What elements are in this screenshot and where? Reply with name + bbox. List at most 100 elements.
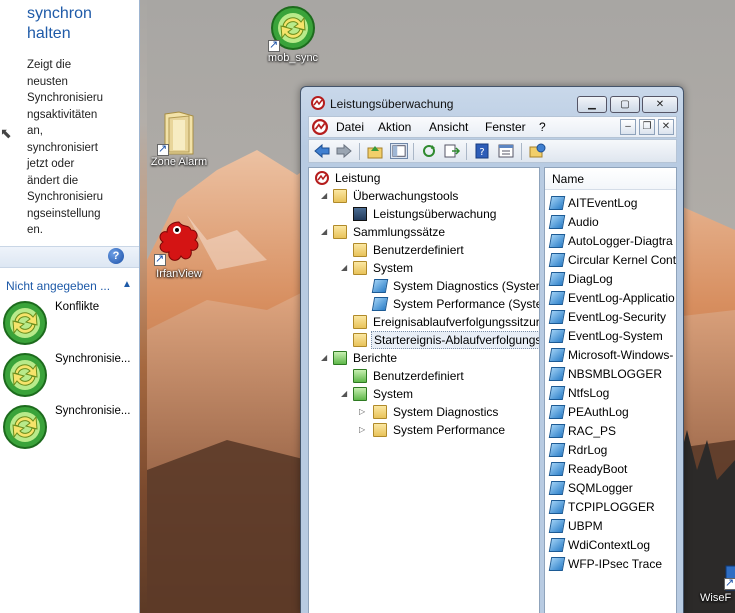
- description-line: jetzt oder: [27, 158, 75, 170]
- group-header[interactable]: Nicht angegeben ...: [6, 279, 110, 293]
- expanded-twisty-icon[interactable]: ◢: [321, 349, 331, 367]
- collapsed-twisty-icon[interactable]: ▷: [359, 421, 369, 439]
- trace-session-icon: [548, 481, 566, 495]
- sync-item-label: Synchronisie...: [55, 405, 131, 417]
- chevron-up-icon[interactable]: ▲: [122, 279, 132, 290]
- close-button[interactable]: ✕: [642, 96, 678, 113]
- list-item-label: Audio: [568, 215, 599, 229]
- mdi-restore-button[interactable]: ❐: [639, 119, 655, 135]
- menu-fenster[interactable]: Fenster: [485, 120, 526, 134]
- report-folder-icon: [333, 351, 347, 365]
- list-item-label: WdiContextLog: [568, 538, 651, 552]
- trace-session-icon: [548, 234, 566, 248]
- tree-item-report-system-performance[interactable]: ▷ System Performance: [313, 421, 538, 439]
- expanded-twisty-icon[interactable]: ◢: [321, 223, 331, 241]
- forward-arrow-icon[interactable]: [335, 143, 353, 159]
- help-icon[interactable]: ?: [108, 248, 124, 264]
- report-folder-icon: [373, 405, 387, 419]
- data-collector-icon: [371, 279, 389, 293]
- desktop-icon-wise[interactable]: WiseF: [700, 562, 735, 604]
- trace-session-icon: [548, 462, 566, 476]
- tree-item-report-system-diagnostics[interactable]: ▷ System Diagnostics: [313, 403, 538, 421]
- shortcut-arrow-icon: [268, 38, 280, 52]
- tree-item-label: Überwachungstools: [353, 189, 459, 203]
- shortcut-arrow-icon: [157, 142, 169, 156]
- sync-item-synchronisierung-1[interactable]: Synchronisie...: [2, 352, 140, 400]
- tree-item-system[interactable]: ◢ System: [313, 259, 538, 277]
- show-hide-tree-icon[interactable]: [390, 143, 408, 159]
- tree-item-berichte[interactable]: ◢ Berichte: [313, 349, 538, 367]
- list-item-label: RAC_PS: [568, 424, 617, 438]
- navigation-tree: Leistung ◢ Überwachungstools Leistungsüb…: [308, 167, 540, 613]
- trace-session-icon: [548, 443, 566, 457]
- tree-item-label: System Diagnostics (System: [393, 279, 540, 293]
- menu-help[interactable]: ?: [539, 120, 546, 134]
- collapsed-twisty-icon[interactable]: ▷: [359, 403, 369, 421]
- new-collector-set-icon[interactable]: [528, 143, 546, 159]
- tree-item-ueberwachungstools[interactable]: ◢ Überwachungstools: [313, 187, 538, 205]
- back-arrow-icon[interactable]: [313, 143, 331, 159]
- trace-session-icon: [548, 386, 566, 400]
- panel-title-line: halten: [27, 25, 71, 42]
- list-item-label: EventLog-System: [568, 329, 663, 343]
- performance-monitor-window: Leistungsüberwachung ▁ ▢ ✕ Datei Aktion …: [300, 86, 684, 613]
- sync-center-panel: synchron halten Zeigt die neusten Synchr…: [0, 0, 140, 613]
- list-item-label: UBPM: [568, 519, 603, 533]
- column-header-label: Name: [552, 172, 585, 186]
- menu-aktion[interactable]: Aktion: [378, 120, 411, 134]
- trace-session-icon: [548, 215, 566, 229]
- tree-item-system-performance-set[interactable]: System Performance (Syster: [313, 295, 539, 313]
- description-line: synchronisiert: [27, 141, 98, 154]
- desktop-icon-mob-sync[interactable]: mob_sync: [262, 4, 324, 64]
- mdi-close-button[interactable]: ✕: [658, 119, 674, 135]
- tree-item-berichte-system[interactable]: ◢ System: [313, 385, 538, 403]
- properties-icon[interactable]: [497, 143, 515, 159]
- tree-item-berichte-benutzerdefiniert[interactable]: Benutzerdefiniert: [313, 367, 538, 385]
- tree-item-sammlungssaetze[interactable]: ◢ Sammlungssätze: [313, 223, 538, 241]
- menu-ansicht[interactable]: Ansicht: [429, 120, 468, 134]
- tree-item-leistungsueberwachung[interactable]: Leistungsüberwachung: [313, 205, 538, 223]
- trace-session-icon: [548, 291, 566, 305]
- sync-item-konflikte[interactable]: Konflikte: [2, 300, 140, 348]
- mdi-minimize-button[interactable]: –: [620, 119, 636, 135]
- desktop-icon-irfanview[interactable]: IrfanView: [148, 218, 210, 280]
- user-folder-icon: [353, 243, 367, 257]
- toolbar-separator: [359, 143, 360, 160]
- column-header-name[interactable]: Name: [545, 168, 676, 190]
- tree-item-benutzerdefiniert[interactable]: Benutzerdefiniert: [313, 241, 538, 259]
- tree-item-system-diagnostics-set[interactable]: System Diagnostics (System: [313, 277, 540, 295]
- menu-datei[interactable]: Datei: [336, 120, 364, 134]
- refresh-icon[interactable]: [420, 143, 438, 159]
- up-folder-icon[interactable]: [366, 143, 384, 159]
- window-title: Leistungsüberwachung: [330, 97, 454, 111]
- panel-title: synchron halten: [27, 4, 92, 44]
- minimize-button[interactable]: ▁: [577, 96, 607, 113]
- tree-item-startereignis-ablaufverfolgung[interactable]: Startereignis-Ablaufverfolgungs: [313, 331, 539, 349]
- toolbar-separator: [413, 143, 414, 160]
- sync-item-synchronisierung-2[interactable]: Synchronisie...: [2, 404, 140, 452]
- desktop-icon-label: WiseF: [700, 592, 732, 604]
- desktop-icon-zone-alarm[interactable]: Zone Alarm: [147, 110, 211, 168]
- tree-item-label: Startereignis-Ablaufverfolgungs: [371, 331, 539, 349]
- expanded-twisty-icon[interactable]: ◢: [341, 259, 351, 277]
- description-line: an,: [27, 125, 43, 137]
- export-list-icon[interactable]: [443, 143, 461, 159]
- tree-item-leistung[interactable]: Leistung: [313, 169, 538, 187]
- tree-item-ereignisablaufverfolgungssitzungen[interactable]: Ereignisablaufverfolgungssitzur: [313, 313, 539, 331]
- list-item-label: PEAuthLog: [568, 405, 629, 419]
- sync-orb-icon: [3, 353, 47, 397]
- tree-item-label: System: [373, 387, 414, 401]
- list-item-label: NBSMBLOGGER: [568, 367, 663, 381]
- performance-monitor-icon[interactable]: [312, 119, 328, 135]
- expanded-twisty-icon[interactable]: ◢: [341, 385, 351, 403]
- shortcut-arrow-icon: [154, 252, 166, 266]
- report-folder-icon: [373, 423, 387, 437]
- expanded-twisty-icon[interactable]: ◢: [321, 187, 331, 205]
- help-book-icon[interactable]: ?: [473, 143, 491, 159]
- description-line: neusten: [27, 75, 68, 88]
- tree-item-label: Leistung: [335, 171, 381, 185]
- maximize-button[interactable]: ▢: [610, 96, 640, 113]
- trace-session-icon: [548, 272, 566, 286]
- tree-item-label: System Diagnostics: [393, 405, 499, 419]
- list-item-label: EventLog-Security: [568, 310, 667, 324]
